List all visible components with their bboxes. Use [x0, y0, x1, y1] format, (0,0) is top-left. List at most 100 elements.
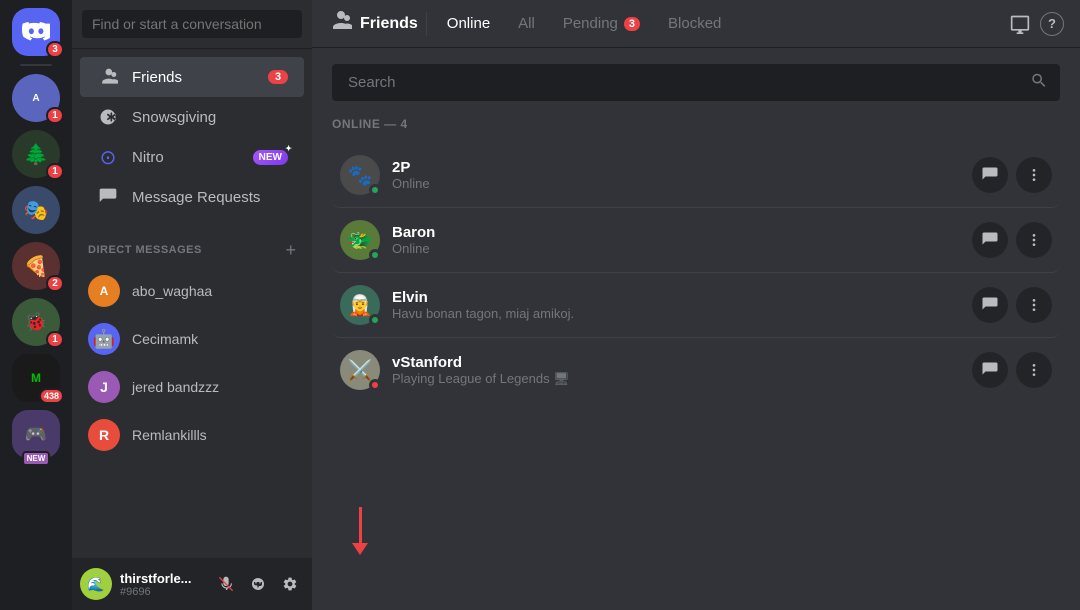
friend-actions-2p [972, 157, 1052, 193]
dm-user-name-1: abo_waghaa [132, 283, 212, 299]
friend-avatar-vstanford: ⚔️ [340, 350, 380, 390]
server-icon-7[interactable]: 🎮 NEW [12, 410, 60, 458]
more-elvin-button[interactable] [1016, 287, 1052, 323]
friend-info-baron: Baron Online [392, 224, 960, 256]
tab-pending[interactable]: Pending 3 [551, 9, 652, 38]
server-icon-4[interactable]: 🍕 2 [12, 242, 60, 290]
server-icon-6[interactable]: M 438 [12, 354, 60, 402]
friend-info-2p: 2P Online [392, 159, 960, 191]
pending-badge: 3 [624, 17, 640, 31]
dm-user-name-3: jered bandzzz [132, 379, 219, 395]
friend-item-2p[interactable]: 🐾 2P Online [332, 143, 1060, 208]
more-vstanford-button[interactable] [1016, 352, 1052, 388]
friend-status-baron: Online [392, 241, 960, 256]
dm-user-avatar-3: J [88, 371, 120, 403]
message-elvin-button[interactable] [972, 287, 1008, 323]
friends-search-input[interactable] [332, 64, 1060, 101]
dm-section-title: DIRECT MESSAGES [88, 244, 202, 256]
snowsgiving-label: Snowsgiving [132, 109, 288, 126]
deafen-button[interactable] [244, 570, 272, 598]
dm-nav-list: Friends 3 Snowsgiving ⊙ Nitro NEW [72, 49, 312, 225]
search-icon [1030, 71, 1048, 94]
friends-notification-badge: 3 [268, 70, 288, 84]
user-panel-actions [212, 570, 304, 598]
more-2p-button[interactable] [1016, 157, 1052, 193]
sidebar-item-message-requests[interactable]: Message Requests [80, 177, 304, 217]
server-new-badge: NEW [22, 451, 51, 466]
dm-search-bar [72, 0, 312, 49]
status-dot-2p [369, 184, 381, 196]
friend-status-vstanford: Playing League of Legends 🖥 [392, 371, 960, 387]
dm-section-header: DIRECT MESSAGES + [72, 225, 312, 263]
sidebar-item-friends[interactable]: Friends 3 [80, 57, 304, 97]
dm-user-abo-waghaa[interactable]: A abo_waghaa [80, 267, 304, 315]
friend-name-2p: 2P [392, 159, 960, 176]
friend-avatar-elvin: 🧝 [340, 285, 380, 325]
discord-home-badge: 3 [46, 41, 64, 58]
nitro-new-badge: NEW [253, 150, 288, 165]
friend-item-elvin[interactable]: 🧝 Elvin Havu bonan tagon, miaj amikoj. [332, 273, 1060, 338]
server-icon-5[interactable]: 🐞 1 [12, 298, 60, 346]
server-icon-1[interactable]: A 1 [12, 74, 60, 122]
search-bar-wrapper [332, 64, 1060, 101]
server-badge-2: 1 [46, 163, 64, 180]
snowsgiving-icon [96, 105, 120, 129]
dm-user-avatar-2: 🤖 [88, 323, 120, 355]
dm-add-button[interactable]: + [285, 241, 296, 259]
friend-status-elvin: Havu bonan tagon, miaj amikoj. [392, 306, 960, 321]
friends-content: ONLINE — 4 🐾 2P Online [312, 48, 1080, 610]
friend-avatar-2p: 🐾 [340, 155, 380, 195]
friend-info-vstanford: vStanford Playing League of Legends 🖥 [392, 354, 960, 387]
tab-online[interactable]: Online [435, 9, 502, 38]
user-panel-name: thirstforle... [120, 571, 204, 586]
user-panel-avatar: 🌊 [80, 568, 112, 600]
mute-button[interactable] [212, 570, 240, 598]
friend-actions-vstanford [972, 352, 1052, 388]
status-dot-vstanford [369, 379, 381, 391]
friend-name-vstanford: vStanford [392, 354, 960, 371]
friends-header-label: Friends [360, 15, 418, 33]
dm-user-remlankillls[interactable]: R Remlankillls [80, 411, 304, 459]
nitro-label: Nitro [132, 149, 241, 166]
dm-user-avatar-1: A [88, 275, 120, 307]
dm-user-name-2: Cecimamk [132, 331, 198, 347]
tab-all[interactable]: All [506, 9, 547, 38]
friend-item-baron[interactable]: 🐲 Baron Online [332, 208, 1060, 273]
message-2p-button[interactable] [972, 157, 1008, 193]
message-vstanford-button[interactable] [972, 352, 1008, 388]
tab-blocked[interactable]: Blocked [656, 9, 733, 38]
message-baron-button[interactable] [972, 222, 1008, 258]
dm-user-list: A abo_waghaa 🤖 Cecimamk J jered bandzzz … [72, 263, 312, 558]
server-icon-2[interactable]: 🌲 1 [12, 130, 60, 178]
message-requests-icon [96, 185, 120, 209]
friend-name-baron: Baron [392, 224, 960, 241]
friend-actions-baron [972, 222, 1052, 258]
message-requests-label: Message Requests [132, 189, 288, 206]
header-separator-1 [426, 12, 427, 36]
friends-header-icon [328, 9, 352, 38]
sidebar-item-nitro[interactable]: ⊙ Nitro NEW [80, 137, 304, 177]
monitor-icon-button[interactable] [1004, 8, 1036, 40]
server-sidebar: 3 A 1 🌲 1 🎭 🍕 2 🐞 1 M 438 🎮 NEW [0, 0, 72, 610]
main-header: Friends Online All Pending 3 Blocked ? [312, 0, 1080, 48]
server-icon-3[interactable]: 🎭 [12, 186, 60, 234]
dm-user-name-4: Remlankillls [132, 427, 207, 443]
friend-actions-elvin [972, 287, 1052, 323]
main-content: Friends Online All Pending 3 Blocked ? [312, 0, 1080, 610]
dm-user-jered-bandzzz[interactable]: J jered bandzzz [80, 363, 304, 411]
search-input[interactable] [82, 10, 302, 38]
dm-user-avatar-4: R [88, 419, 120, 451]
settings-button[interactable] [276, 570, 304, 598]
more-baron-button[interactable] [1016, 222, 1052, 258]
dm-user-cecimamk[interactable]: 🤖 Cecimamk [80, 315, 304, 363]
friend-item-vstanford[interactable]: ⚔️ vStanford Playing League of Legends 🖥 [332, 338, 1060, 402]
server-badge-5: 1 [46, 331, 64, 348]
sidebar-item-snowsgiving[interactable]: Snowsgiving [80, 97, 304, 137]
friends-list: 🐾 2P Online [332, 143, 1060, 402]
user-panel: 🌊 thirstforle... #9696 [72, 558, 312, 610]
friends-label: Friends [132, 69, 256, 86]
help-icon-button[interactable]: ? [1040, 12, 1064, 36]
server-badge-6: 438 [39, 388, 64, 404]
discord-home-button[interactable]: 3 [12, 8, 60, 56]
friend-avatar-baron: 🐲 [340, 220, 380, 260]
